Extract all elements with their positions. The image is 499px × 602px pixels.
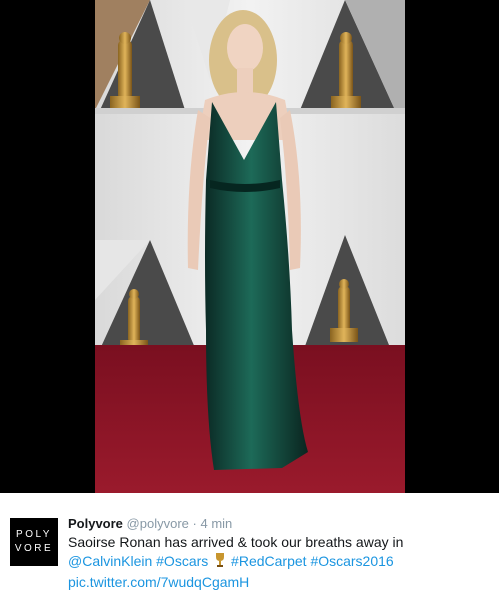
display-name[interactable]: Polyvore	[68, 516, 123, 531]
tweet-text-line-2: @CalvinKlein #Oscars #RedCarpet #Oscars2…	[68, 552, 493, 573]
avatar[interactable]: POLY VORE	[10, 518, 58, 566]
tweet-header: Polyvore @polyvore · 4 min	[68, 515, 493, 533]
tweet-photo[interactable]	[0, 0, 499, 493]
tweet-content: Polyvore @polyvore · 4 min Saoirse Ronan…	[68, 515, 493, 592]
timestamp[interactable]: 4 min	[200, 516, 232, 531]
avatar-line-2: VORE	[14, 543, 54, 554]
avatar-line-1: POLY	[16, 529, 52, 540]
pic-link[interactable]: pic.twitter.com/7wudqCgamH	[68, 574, 249, 590]
handle[interactable]: @polyvore	[127, 516, 189, 531]
tweet-text-line-1: Saoirse Ronan has arrived & took our bre…	[68, 534, 404, 550]
hashtag-link[interactable]: #RedCarpet	[231, 553, 307, 569]
tweet-text-line-3: pic.twitter.com/7wudqCgamH	[68, 573, 493, 592]
hashtag-link[interactable]: #Oscars	[156, 553, 208, 569]
photo-image	[0, 0, 499, 493]
tweet-card: POLY VORE Polyvore @polyvore · 4 min Sao…	[0, 493, 499, 602]
hashtag-link[interactable]: #Oscars2016	[310, 553, 393, 569]
trophy-icon	[215, 552, 225, 573]
separator: ·	[192, 516, 197, 531]
mention-link[interactable]: @CalvinKlein	[68, 553, 152, 569]
